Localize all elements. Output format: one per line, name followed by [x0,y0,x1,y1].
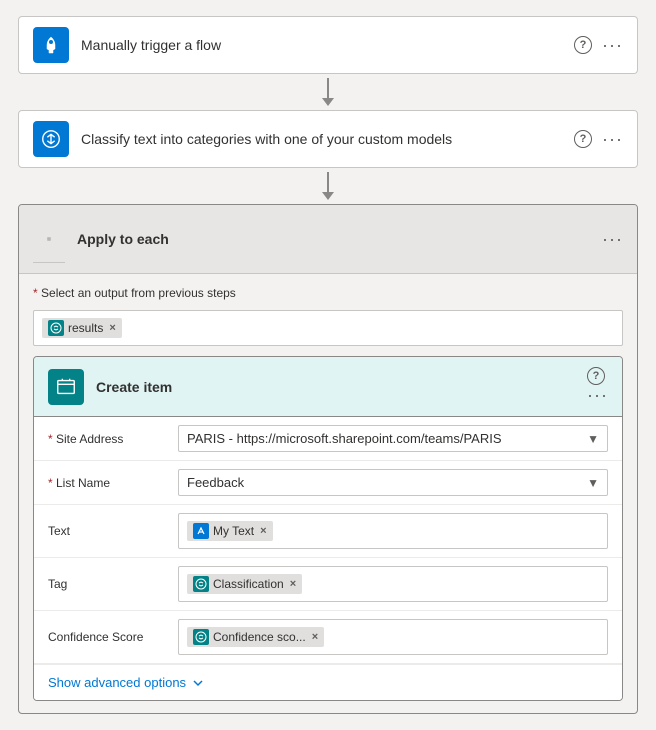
my-text-tag-icon [193,523,209,539]
list-name-row: * List Name Feedback ▼ [34,461,622,505]
trigger-more-icon[interactable]: ··· [602,35,623,56]
results-tag: results × [42,318,122,338]
trigger-actions: ? ··· [574,35,623,56]
results-tag-icon [48,320,64,336]
create-item-icon [48,369,84,405]
site-address-row: * Site Address PARIS - https://microsoft… [34,417,622,461]
list-name-value: Feedback ▼ [178,469,608,496]
trigger-icon [33,27,69,63]
trigger-help-icon[interactable]: ? [574,36,592,54]
show-advanced-label: Show advanced options [48,675,186,690]
create-item-header: Create item ? ··· [34,357,622,417]
tag-value: Classification × [178,566,608,602]
confidence-score-label: Confidence Score [48,630,178,644]
arrow-2 [322,168,334,204]
classify-icon [33,121,69,157]
confidence-tag-close[interactable]: × [312,631,318,643]
create-item-actions: ? ··· [587,367,608,406]
my-text-tag-close[interactable]: × [260,525,266,537]
classification-tag-close[interactable]: × [290,578,296,590]
apply-each-header: Apply to each ··· [19,205,637,274]
classify-title: Classify text into categories with one o… [81,131,574,147]
confidence-tag-icon [193,629,209,645]
trigger-title: Manually trigger a flow [81,37,574,53]
apply-each-more-icon[interactable]: ··· [602,229,623,249]
trigger-step: Manually trigger a flow ? ··· [18,16,638,74]
flow-container: Manually trigger a flow ? ··· Classify t… [18,16,638,714]
apply-each-title: Apply to each [77,231,602,247]
my-text-tag-text: My Text [213,524,254,538]
my-text-tag: My Text × [187,521,273,541]
apply-each-icon [33,215,65,263]
create-item-more-icon[interactable]: ··· [587,385,608,405]
site-address-dropdown[interactable]: PARIS - https://microsoft.sharepoint.com… [178,425,608,452]
results-tag-close[interactable]: × [109,322,115,334]
create-item-title: Create item [96,379,587,395]
confidence-tags-input[interactable]: Confidence sco... × [178,619,608,655]
select-output-label: * Select an output from previous steps [33,286,623,300]
tag-tags-input[interactable]: Classification × [178,566,608,602]
list-name-label: * List Name [48,476,178,490]
apply-each-actions: ··· [602,229,623,250]
text-row: Text My Tex [34,505,622,558]
list-name-chevron: ▼ [587,476,599,490]
create-item-card: Create item ? ··· * Site Address [33,356,623,701]
classification-tag: Classification × [187,574,302,594]
tag-label: Tag [48,577,178,591]
results-tag-text: results [68,321,103,335]
site-address-value: PARIS - https://microsoft.sharepoint.com… [178,425,608,452]
confidence-score-value: Confidence sco... × [178,619,608,655]
classify-actions: ? ··· [574,129,623,150]
confidence-tag-text: Confidence sco... [213,630,306,644]
arrow-1 [322,74,334,110]
create-item-help-icon[interactable]: ? [587,367,605,385]
classify-help-icon[interactable]: ? [574,130,592,148]
classification-tag-icon [193,576,209,592]
text-value: My Text × [178,513,608,549]
confidence-score-row: Confidence Score [34,611,622,664]
apply-each-container: Apply to each ··· * Select an output fro… [18,204,638,714]
list-name-dropdown[interactable]: Feedback ▼ [178,469,608,496]
confidence-tag: Confidence sco... × [187,627,324,647]
classification-tag-text: Classification [213,577,284,591]
results-tags-input[interactable]: results × [33,310,623,346]
site-address-label: * Site Address [48,432,178,446]
classify-more-icon[interactable]: ··· [602,129,623,150]
show-advanced-options[interactable]: Show advanced options [34,664,622,700]
site-address-chevron: ▼ [587,432,599,446]
text-tags-input[interactable]: My Text × [178,513,608,549]
classify-step: Classify text into categories with one o… [18,110,638,168]
show-advanced-chevron [192,677,204,689]
apply-each-body: * Select an output from previous steps r… [19,274,637,713]
tag-row: Tag [34,558,622,611]
create-item-body: * Site Address PARIS - https://microsoft… [34,417,622,700]
text-label: Text [48,524,178,538]
